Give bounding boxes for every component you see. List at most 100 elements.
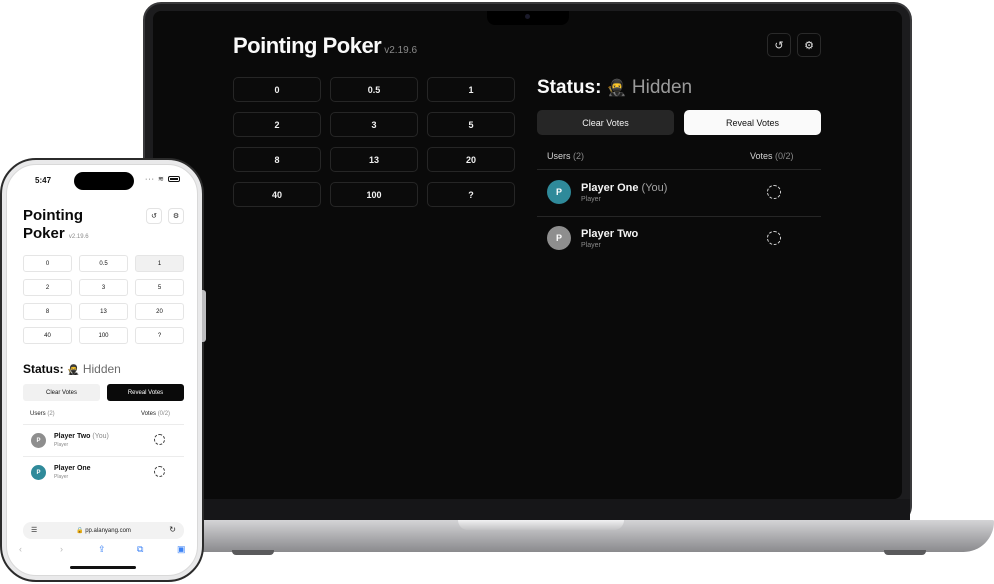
reveal-votes-button[interactable]: Reveal Votes <box>107 384 184 401</box>
card-13[interactable]: 13 <box>330 147 418 172</box>
votes-header-label: Votes <box>750 151 773 161</box>
table-row: P Player Two Player <box>537 216 821 262</box>
status-bar-icons: ··· ≋ <box>145 175 180 183</box>
laptop-screen: Pointing Poker v2.19.6 ↺ ⚙ 0 0.5 1 2 3 5… <box>153 11 902 499</box>
avatar: P <box>31 465 46 480</box>
page-header: Pointing Poker v2.19.6 <box>233 33 417 59</box>
avatar: P <box>547 180 571 204</box>
clear-votes-button[interactable]: Clear Votes <box>23 384 100 401</box>
users-header-label: Users <box>547 151 571 161</box>
history-icon: ↺ <box>774 39 784 52</box>
users-header-label: Users <box>30 411 46 417</box>
address-bar[interactable]: ☰ 🔒 pp.alanyang.com ↻ <box>23 522 184 539</box>
back-icon[interactable]: ‹ <box>19 544 22 554</box>
card-0[interactable]: 0 <box>233 77 321 102</box>
history-button[interactable]: ↺ <box>146 208 162 224</box>
battery-icon <box>167 176 180 183</box>
card-100[interactable]: 100 <box>330 182 418 207</box>
table-row: P Player One Player <box>23 457 184 488</box>
user-name: Player Two <box>581 228 638 240</box>
card-2[interactable]: 2 <box>233 112 321 137</box>
url-value: pp.alanyang.com <box>85 528 131 534</box>
users-count: (2) <box>573 151 585 161</box>
settings-button[interactable]: ⚙ <box>797 33 821 57</box>
url-text: 🔒 pp.alanyang.com <box>23 527 184 534</box>
user-role: Player <box>54 474 69 480</box>
card-question[interactable]: ? <box>135 327 184 344</box>
status-heading: Status: 🥷 Hidden <box>537 77 692 99</box>
card-40[interactable]: 40 <box>23 327 72 344</box>
you-tag: (You) <box>641 182 668 194</box>
user-name: Player Two (You) <box>54 433 109 440</box>
clear-votes-button[interactable]: Clear Votes <box>537 110 674 135</box>
card-0[interactable]: 0 <box>23 255 72 272</box>
card-3[interactable]: 3 <box>330 112 418 137</box>
avatar: P <box>547 226 571 250</box>
user-role: Player <box>54 442 69 448</box>
card-8[interactable]: 8 <box>23 303 72 320</box>
laptop-chin <box>145 499 910 521</box>
camera-notch <box>487 11 569 25</box>
card-grid: 0 0.5 1 2 3 5 8 13 20 40 100 ? <box>23 255 184 344</box>
tabs-icon[interactable]: ▣ <box>177 544 186 555</box>
share-icon[interactable]: ⇪ <box>98 544 106 555</box>
card-1-selected[interactable]: 1 <box>135 255 184 272</box>
card-5[interactable]: 5 <box>135 279 184 296</box>
user-name: Player One (You) <box>581 182 667 194</box>
home-indicator <box>70 566 136 569</box>
history-icon: ↺ <box>151 213 157 220</box>
pending-vote-icon <box>767 231 781 245</box>
version-label: v2.19.6 <box>384 45 418 56</box>
ninja-icon: 🥷 <box>67 365 80 376</box>
bookmarks-icon[interactable]: ⧉ <box>137 544 143 555</box>
card-100[interactable]: 100 <box>79 327 128 344</box>
reveal-votes-button[interactable]: Reveal Votes <box>684 110 821 135</box>
title-line-2: Poker <box>23 225 65 242</box>
votes-column-header: Votes (0/2) <box>141 411 170 417</box>
votes-header-label: Votes <box>141 411 157 417</box>
user-role: Player <box>581 196 601 203</box>
status-value: Hidden <box>631 77 693 98</box>
votes-count: (0/2) <box>775 151 794 161</box>
history-button[interactable]: ↺ <box>767 33 791 57</box>
card-question[interactable]: ? <box>427 182 515 207</box>
votes-column-header: Votes (0/2) <box>750 151 794 161</box>
card-0.5[interactable]: 0.5 <box>330 77 418 102</box>
page-title: Pointing Poker <box>233 33 382 58</box>
card-2[interactable]: 2 <box>23 279 72 296</box>
users-column-header: Users (2) <box>30 411 55 417</box>
user-name-text: Player One <box>581 182 639 194</box>
status-heading: Status: 🥷 Hidden <box>23 362 121 376</box>
laptop-foot <box>232 550 274 555</box>
card-20[interactable]: 20 <box>427 147 515 172</box>
status-value: Hidden <box>82 362 121 376</box>
page-title: Pointing Poker v2.19.6 <box>23 207 133 246</box>
user-name-text: Player Two <box>54 433 91 440</box>
settings-button[interactable]: ⚙ <box>168 208 184 224</box>
reload-icon[interactable]: ↻ <box>169 525 176 534</box>
lock-icon: 🔒 <box>76 528 84 534</box>
card-3[interactable]: 3 <box>79 279 128 296</box>
card-grid: 0 0.5 1 2 3 5 8 13 20 40 100 ? <box>233 77 517 207</box>
user-name-text: Player One <box>54 465 91 472</box>
card-40[interactable]: 40 <box>233 182 321 207</box>
users-count: (2) <box>47 411 55 417</box>
browser-toolbar: ‹ › ⇪ ⧉ ▣ <box>7 544 197 558</box>
card-20[interactable]: 20 <box>135 303 184 320</box>
gear-icon: ⚙ <box>172 213 180 220</box>
card-5[interactable]: 5 <box>427 112 515 137</box>
user-name-text: Player Two <box>581 228 639 240</box>
status-label: Status: <box>537 77 602 98</box>
card-8[interactable]: 8 <box>233 147 321 172</box>
card-1[interactable]: 1 <box>427 77 515 102</box>
avatar: P <box>31 433 46 448</box>
card-0.5[interactable]: 0.5 <box>79 255 128 272</box>
card-13[interactable]: 13 <box>79 303 128 320</box>
forward-icon[interactable]: › <box>60 544 63 554</box>
cellular-icon: ··· <box>145 176 155 183</box>
pending-vote-icon <box>154 466 165 477</box>
dynamic-island <box>74 172 134 190</box>
status-bar-time: 5:47 <box>35 176 52 185</box>
gear-icon: ⚙ <box>804 39 814 52</box>
votes-count: (0/2) <box>157 411 171 417</box>
